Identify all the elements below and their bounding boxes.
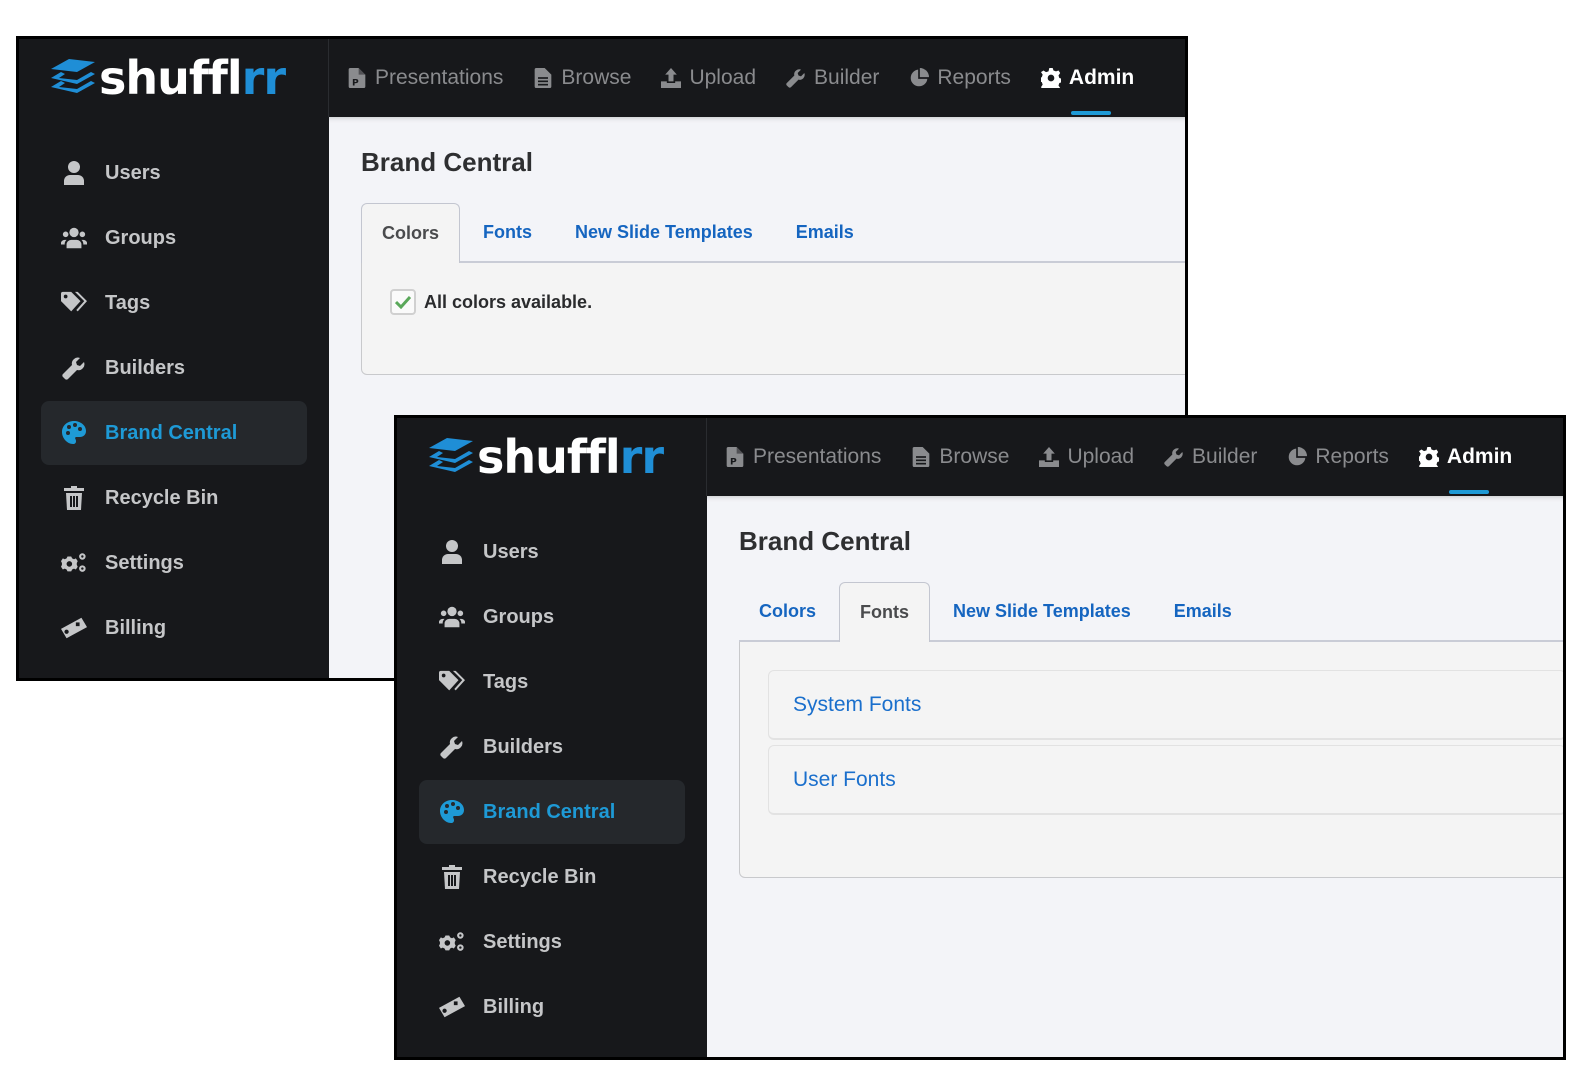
users-icon	[439, 605, 465, 629]
logo-stack-icon	[427, 436, 475, 478]
nav-browse[interactable]: Browse	[533, 39, 631, 117]
user-icon	[439, 540, 465, 564]
tab-colors[interactable]: Colors	[361, 203, 461, 263]
sidebar: Users Groups Tags Builders Brand Central…	[397, 496, 707, 1057]
tab-bar: Colors Fonts New Slide Templates Emails	[739, 582, 1563, 642]
sidebar-item-settings[interactable]: Settings	[419, 910, 685, 974]
top-navbar: shufflrr Presentations Browse Upload Bui…	[19, 39, 1185, 117]
gear-icon	[1041, 68, 1061, 88]
window-fonts: shufflrr Presentations Browse Upload Bui…	[394, 415, 1566, 1060]
wrench-icon	[1164, 447, 1184, 467]
sidebar-item-builders[interactable]: Builders	[419, 715, 685, 779]
upload-icon	[661, 68, 681, 88]
money-bill-icon	[61, 616, 87, 640]
users-icon	[61, 226, 87, 250]
all-colors-checkbox[interactable]	[390, 289, 416, 315]
nav-upload[interactable]: Upload	[1039, 418, 1134, 496]
sidebar-item-builders[interactable]: Builders	[41, 336, 307, 400]
sidebar-item-tags[interactable]: Tags	[41, 271, 307, 335]
presentation-file-icon	[347, 68, 367, 88]
sidebar-item-groups[interactable]: Groups	[41, 206, 307, 270]
logo-text: shufflrr	[477, 430, 664, 484]
main-content: Brand Central Colors Fonts New Slide Tem…	[707, 496, 1563, 1057]
main-nav: Presentations Browse Upload Builder Repo…	[707, 418, 1542, 496]
sidebar-item-brand-central[interactable]: Brand Central	[41, 401, 307, 465]
sidebar-item-recycle-bin[interactable]: Recycle Bin	[419, 845, 685, 909]
trash-icon	[61, 486, 87, 510]
nav-builder[interactable]: Builder	[1164, 418, 1257, 496]
checkmark-icon	[395, 295, 411, 309]
presentation-file-icon	[725, 447, 745, 467]
nav-reports[interactable]: Reports	[1287, 418, 1389, 496]
tab-fonts[interactable]: Fonts	[839, 582, 931, 642]
tab-new-slide-templates[interactable]: New Slide Templates	[555, 203, 773, 261]
tab-colors[interactable]: Colors	[739, 582, 836, 640]
top-navbar: shufflrr Presentations Browse Upload Bui…	[397, 418, 1563, 496]
nav-builder[interactable]: Builder	[786, 39, 879, 117]
sidebar-item-tags[interactable]: Tags	[419, 650, 685, 714]
active-nav-indicator	[1448, 490, 1489, 494]
tab-fonts[interactable]: Fonts	[463, 203, 552, 261]
document-icon	[533, 68, 553, 88]
nav-admin[interactable]: Admin	[1041, 39, 1134, 117]
upload-icon	[1039, 447, 1059, 467]
all-colors-option: All colors available.	[390, 289, 1160, 315]
palette-icon	[61, 421, 87, 445]
system-fonts-section[interactable]: System Fonts	[768, 670, 1563, 740]
fonts-panel: System Fonts User Fonts	[739, 642, 1563, 878]
active-nav-indicator	[1070, 111, 1111, 115]
palette-icon	[439, 800, 465, 824]
logo[interactable]: shufflrr	[397, 418, 707, 496]
nav-presentations[interactable]: Presentations	[347, 39, 503, 117]
money-bill-icon	[439, 995, 465, 1019]
gear-icon	[1419, 447, 1439, 467]
tab-emails[interactable]: Emails	[1154, 582, 1252, 640]
nav-reports[interactable]: Reports	[909, 39, 1011, 117]
sidebar-item-settings[interactable]: Settings	[41, 531, 307, 595]
tab-bar: Colors Fonts New Slide Templates Emails	[361, 203, 1185, 263]
main-nav: Presentations Browse Upload Builder Repo…	[329, 39, 1164, 117]
user-fonts-section[interactable]: User Fonts	[768, 745, 1563, 815]
wrench-icon	[786, 68, 806, 88]
wrench-icon	[61, 356, 87, 380]
sidebar-item-billing[interactable]: Billing	[419, 975, 685, 1039]
logo[interactable]: shufflrr	[19, 39, 329, 117]
user-icon	[61, 161, 87, 185]
sidebar-item-users[interactable]: Users	[41, 141, 307, 205]
colors-panel: All colors available.	[361, 263, 1185, 375]
pie-chart-icon	[1287, 447, 1307, 467]
cogs-icon	[439, 930, 465, 954]
page-title: Brand Central	[739, 526, 911, 556]
nav-presentations[interactable]: Presentations	[725, 418, 881, 496]
sidebar-item-billing[interactable]: Billing	[41, 596, 307, 660]
sidebar-item-recycle-bin[interactable]: Recycle Bin	[41, 466, 307, 530]
nav-browse[interactable]: Browse	[911, 418, 1009, 496]
sidebar-item-groups[interactable]: Groups	[419, 585, 685, 649]
sidebar-item-users[interactable]: Users	[419, 520, 685, 584]
all-colors-label: All colors available.	[424, 291, 593, 312]
logo-text: shufflrr	[99, 51, 286, 105]
tab-new-slide-templates[interactable]: New Slide Templates	[933, 582, 1151, 640]
trash-icon	[439, 865, 465, 889]
sidebar: Users Groups Tags Builders Brand Central…	[19, 117, 329, 678]
wrench-icon	[439, 735, 465, 759]
nav-upload[interactable]: Upload	[661, 39, 756, 117]
tab-emails[interactable]: Emails	[776, 203, 874, 261]
cogs-icon	[61, 551, 87, 575]
document-icon	[911, 447, 931, 467]
logo-stack-icon	[49, 57, 97, 99]
nav-admin[interactable]: Admin	[1419, 418, 1512, 496]
tags-icon	[61, 291, 87, 315]
sidebar-item-brand-central[interactable]: Brand Central	[419, 780, 685, 844]
page-title: Brand Central	[361, 147, 533, 177]
tags-icon	[439, 670, 465, 694]
pie-chart-icon	[909, 68, 929, 88]
